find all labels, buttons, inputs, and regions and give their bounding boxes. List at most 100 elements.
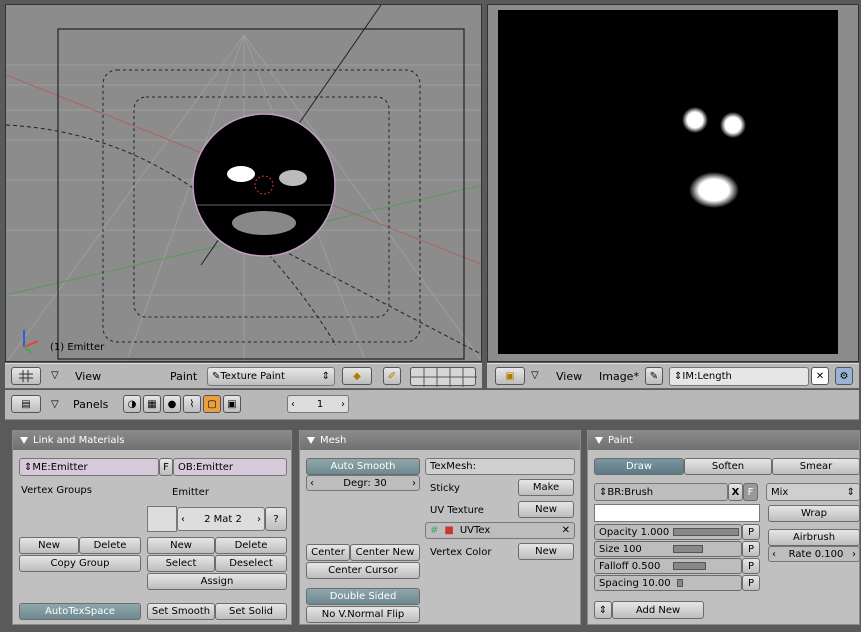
falloff-pressure-toggle[interactable]: P <box>742 558 760 574</box>
image-canvas[interactable] <box>498 10 838 354</box>
image-editor-type-icon[interactable]: ▣ <box>495 367 525 385</box>
falloff-value: Falloff 0.500 <box>599 560 661 572</box>
layers-grid[interactable] <box>410 367 477 387</box>
buttons-editor-icon[interactable]: ▤ <box>11 395 41 413</box>
fake-user-button[interactable]: F <box>743 483 758 501</box>
material-color-swatch[interactable] <box>147 506 177 532</box>
scene-icon[interactable]: ▣ <box>223 395 241 413</box>
opacity-slider[interactable]: Opacity 1.000 <box>594 524 742 540</box>
image-menu[interactable]: Image* <box>599 370 639 383</box>
opacity-pressure-toggle[interactable]: P <box>742 524 760 540</box>
add-new-brush-button[interactable]: Add New <box>612 601 704 619</box>
select-button[interactable]: Select <box>147 555 215 572</box>
auto-smooth-toggle[interactable]: Auto Smooth <box>306 458 420 475</box>
soften-tool-button[interactable]: Soften <box>684 458 772 475</box>
brush-color-swatch[interactable] <box>594 504 760 522</box>
world-icon[interactable]: ● <box>163 395 181 413</box>
material-index-field[interactable]: ‹ 2 Mat 2 › <box>177 507 265 531</box>
airbrush-toggle[interactable]: Airbrush <box>768 529 860 546</box>
pin-icon[interactable]: ✎ <box>645 367 663 385</box>
panels-menu[interactable]: Panels <box>73 398 108 411</box>
chevron-left-icon: ‹ <box>772 548 776 560</box>
physics-icon[interactable]: ⌇ <box>183 395 201 413</box>
panel-title-text: Mesh <box>320 435 347 446</box>
help-button[interactable]: ? <box>265 507 287 531</box>
wrap-toggle[interactable]: Wrap <box>768 505 860 522</box>
image-editor[interactable] <box>487 4 859 362</box>
collapse-triangle-icon[interactable]: ▽ <box>531 370 539 381</box>
close-icon[interactable]: ✕ <box>562 525 570 536</box>
image-name-field[interactable]: ⇕ IM:Length <box>669 367 809 386</box>
uv-texture-new-button[interactable]: New <box>518 501 574 518</box>
autotexspace-toggle[interactable]: AutoTexSpace <box>19 603 141 620</box>
texmesh-field[interactable]: TexMesh: <box>425 458 575 475</box>
panel-title[interactable]: Mesh <box>300 431 580 450</box>
fake-user-button[interactable]: F <box>159 458 173 476</box>
grid-icon <box>19 370 33 382</box>
spacing-slider[interactable]: Spacing 10.00 <box>594 575 742 591</box>
chevron-left-icon: ‹ <box>181 513 185 525</box>
copy-group-button[interactable]: Copy Group <box>19 555 141 572</box>
shading-icon[interactable]: ◑ <box>123 395 141 413</box>
uvtex-field[interactable]: # ■ UVTex ✕ <box>425 522 575 539</box>
viewport-3d-scene <box>6 5 481 361</box>
panel-title[interactable]: Link and Materials <box>13 431 291 450</box>
camera-icon: ■ <box>444 525 454 536</box>
page-number-field[interactable]: ‹ 1 › <box>287 395 349 413</box>
chevron-updown-icon: ⇕ <box>321 371 330 382</box>
editing-icon[interactable]: ▢ <box>203 395 221 413</box>
link-materials-panel: Link and Materials ⇕ ME:Emitter F OB:Emi… <box>12 430 292 625</box>
unlink-brush-button[interactable]: X <box>728 483 743 501</box>
mode-select[interactable]: ✎ Texture Paint ⇕ <box>207 367 335 386</box>
brush-browse-icon[interactable]: ⇕ <box>594 601 612 619</box>
size-pressure-toggle[interactable]: P <box>742 541 760 557</box>
view-menu[interactable]: View <box>75 370 101 383</box>
object-name-field[interactable]: OB:Emitter <box>173 458 287 476</box>
material-new-button[interactable]: New <box>147 537 215 554</box>
mesh-datablock-field[interactable]: ⇕ ME:Emitter <box>19 458 159 476</box>
chevron-updown-icon: ⇕ <box>24 461 33 473</box>
set-smooth-button[interactable]: Set Smooth <box>147 603 215 620</box>
set-solid-button[interactable]: Set Solid <box>215 603 287 620</box>
vertex-color-new-button[interactable]: New <box>518 543 574 560</box>
editor-type-menu[interactable] <box>11 367 41 385</box>
size-slider[interactable]: Size 100 <box>594 541 742 557</box>
material-delete-button[interactable]: Delete <box>215 537 287 554</box>
vertex-group-delete-button[interactable]: Delete <box>79 537 141 554</box>
pencil-icon[interactable]: ✐ <box>383 367 401 385</box>
no-vnormal-flip-toggle[interactable]: No V.Normal Flip <box>306 606 420 623</box>
collapse-triangle-icon[interactable]: ▽ <box>51 399 59 410</box>
vertex-group-new-button[interactable]: New <box>19 537 79 554</box>
size-bar <box>673 545 703 553</box>
panel-title[interactable]: Paint <box>588 431 859 450</box>
image-name-value: IM:Length <box>682 371 732 382</box>
draw-type-icon[interactable]: ◆ <box>342 367 372 385</box>
spacing-pressure-toggle[interactable]: P <box>742 575 760 591</box>
brush-datablock-field[interactable]: ⇕ BR:Brush <box>594 483 728 501</box>
center-button[interactable]: Center <box>306 544 350 561</box>
uv-texture-label: UV Texture <box>430 505 484 516</box>
page-value: 1 <box>316 398 324 410</box>
falloff-slider[interactable]: Falloff 0.500 <box>594 558 742 574</box>
uvtex-value: UVTex <box>459 525 491 536</box>
paint-menu[interactable]: Paint <box>170 370 197 383</box>
center-cursor-button[interactable]: Center Cursor <box>306 562 420 579</box>
falloff-bar <box>673 562 706 570</box>
lock-icon[interactable]: ⚙ <box>835 367 853 385</box>
deselect-button[interactable]: Deselect <box>215 555 287 572</box>
view-menu[interactable]: View <box>556 370 582 383</box>
smooth-degree-field[interactable]: ‹ Degr: 30 › <box>306 475 420 491</box>
collapse-triangle-icon[interactable]: ▽ <box>51 370 59 381</box>
center-new-button[interactable]: Center New <box>350 544 420 561</box>
vertex-color-label: Vertex Color <box>430 547 492 558</box>
smear-tool-button[interactable]: Smear <box>772 458 860 475</box>
rate-field[interactable]: ‹ Rate 0.100 › <box>768 546 860 562</box>
close-image-icon[interactable]: ✕ <box>811 367 829 385</box>
assign-button[interactable]: Assign <box>147 573 287 590</box>
double-sided-toggle[interactable]: Double Sided <box>306 588 420 605</box>
blend-mode-select[interactable]: Mix ⇕ <box>766 483 860 501</box>
sticky-make-button[interactable]: Make <box>518 479 574 496</box>
viewport-3d[interactable]: (1) Emitter <box>5 4 482 362</box>
draw-tool-button[interactable]: Draw <box>594 458 684 475</box>
object-icon[interactable]: ▦ <box>143 395 161 413</box>
